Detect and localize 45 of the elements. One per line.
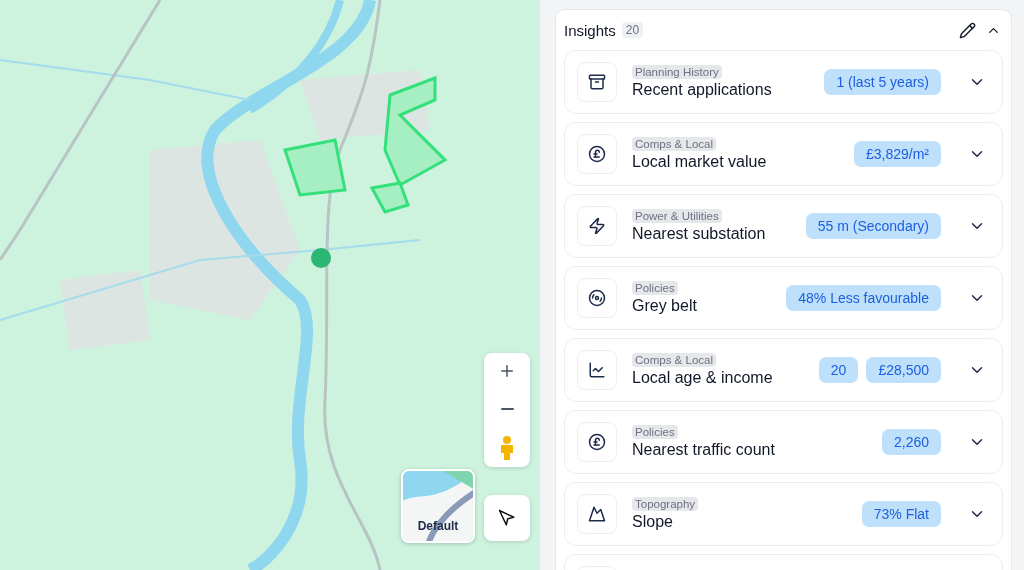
insight-card[interactable]: Power & Utilities Nearest substation 55 m (Secondary) <box>564 194 1003 258</box>
insight-title: Recent applications <box>632 81 772 99</box>
value-badge: 48% Less favourable <box>786 285 941 311</box>
category-tag: Power & Utilities <box>632 209 722 223</box>
archive-icon <box>588 73 606 91</box>
value-badge: £28,500 <box>866 357 941 383</box>
category-tag: Policies <box>632 425 678 439</box>
value-badge: 20 <box>818 357 859 383</box>
plus-icon <box>498 362 516 380</box>
minus-icon <box>500 408 514 410</box>
insight-card[interactable]: Policies Nearest traffic count 2,260 <box>564 410 1003 474</box>
layer-thumbnail-icon <box>403 471 473 541</box>
insight-title: Nearest substation <box>632 225 766 243</box>
category-tag: Planning History <box>632 65 722 79</box>
lightning-icon <box>588 217 606 235</box>
category-tag: Comps & Local <box>632 137 716 151</box>
pound-icon <box>588 433 606 451</box>
insight-title: Local market value <box>632 153 767 171</box>
category-tag: Topography <box>632 497 699 511</box>
insight-card[interactable]: Planning History Recent applications 1 (last 5 years) <box>564 50 1003 114</box>
insight-card[interactable]: Policies Grey belt 48% Less favourable <box>564 266 1003 330</box>
value-badge: 73% Flat <box>861 501 941 527</box>
insight-title: Local age & income <box>632 369 773 387</box>
value-badge: 55 m (Secondary) <box>805 213 941 239</box>
insight-card[interactable]: Comps & Local Local age & income 20 £28,500 <box>564 338 1003 402</box>
map-layer-button[interactable]: Default <box>401 469 475 543</box>
insight-title: Slope <box>632 513 673 531</box>
disc-icon <box>588 289 606 307</box>
insights-count: 20 <box>621 22 644 38</box>
insight-title: Grey belt <box>632 297 697 315</box>
value-badge: 1 (last 5 years) <box>824 69 941 95</box>
mountain-icon <box>588 505 606 523</box>
locate-button[interactable] <box>484 495 530 541</box>
category-tag: Policies <box>632 281 678 295</box>
pencil-icon <box>959 21 976 39</box>
insight-card[interactable]: Topography Slope 73% Flat <box>564 482 1003 546</box>
panel-title: Insights <box>564 21 616 39</box>
value-badge: £3,829/m² <box>853 141 941 167</box>
pound-icon <box>588 145 606 163</box>
value-badge: 2,260 <box>881 429 941 455</box>
navigation-arrow-icon <box>498 509 516 527</box>
line-chart-icon <box>588 361 606 379</box>
insight-title: Nearest traffic count <box>632 441 775 459</box>
category-tag: Comps & Local <box>632 353 716 367</box>
insight-card[interactable]: Comps & Local Local market value £3,829/m² <box>564 122 1003 186</box>
